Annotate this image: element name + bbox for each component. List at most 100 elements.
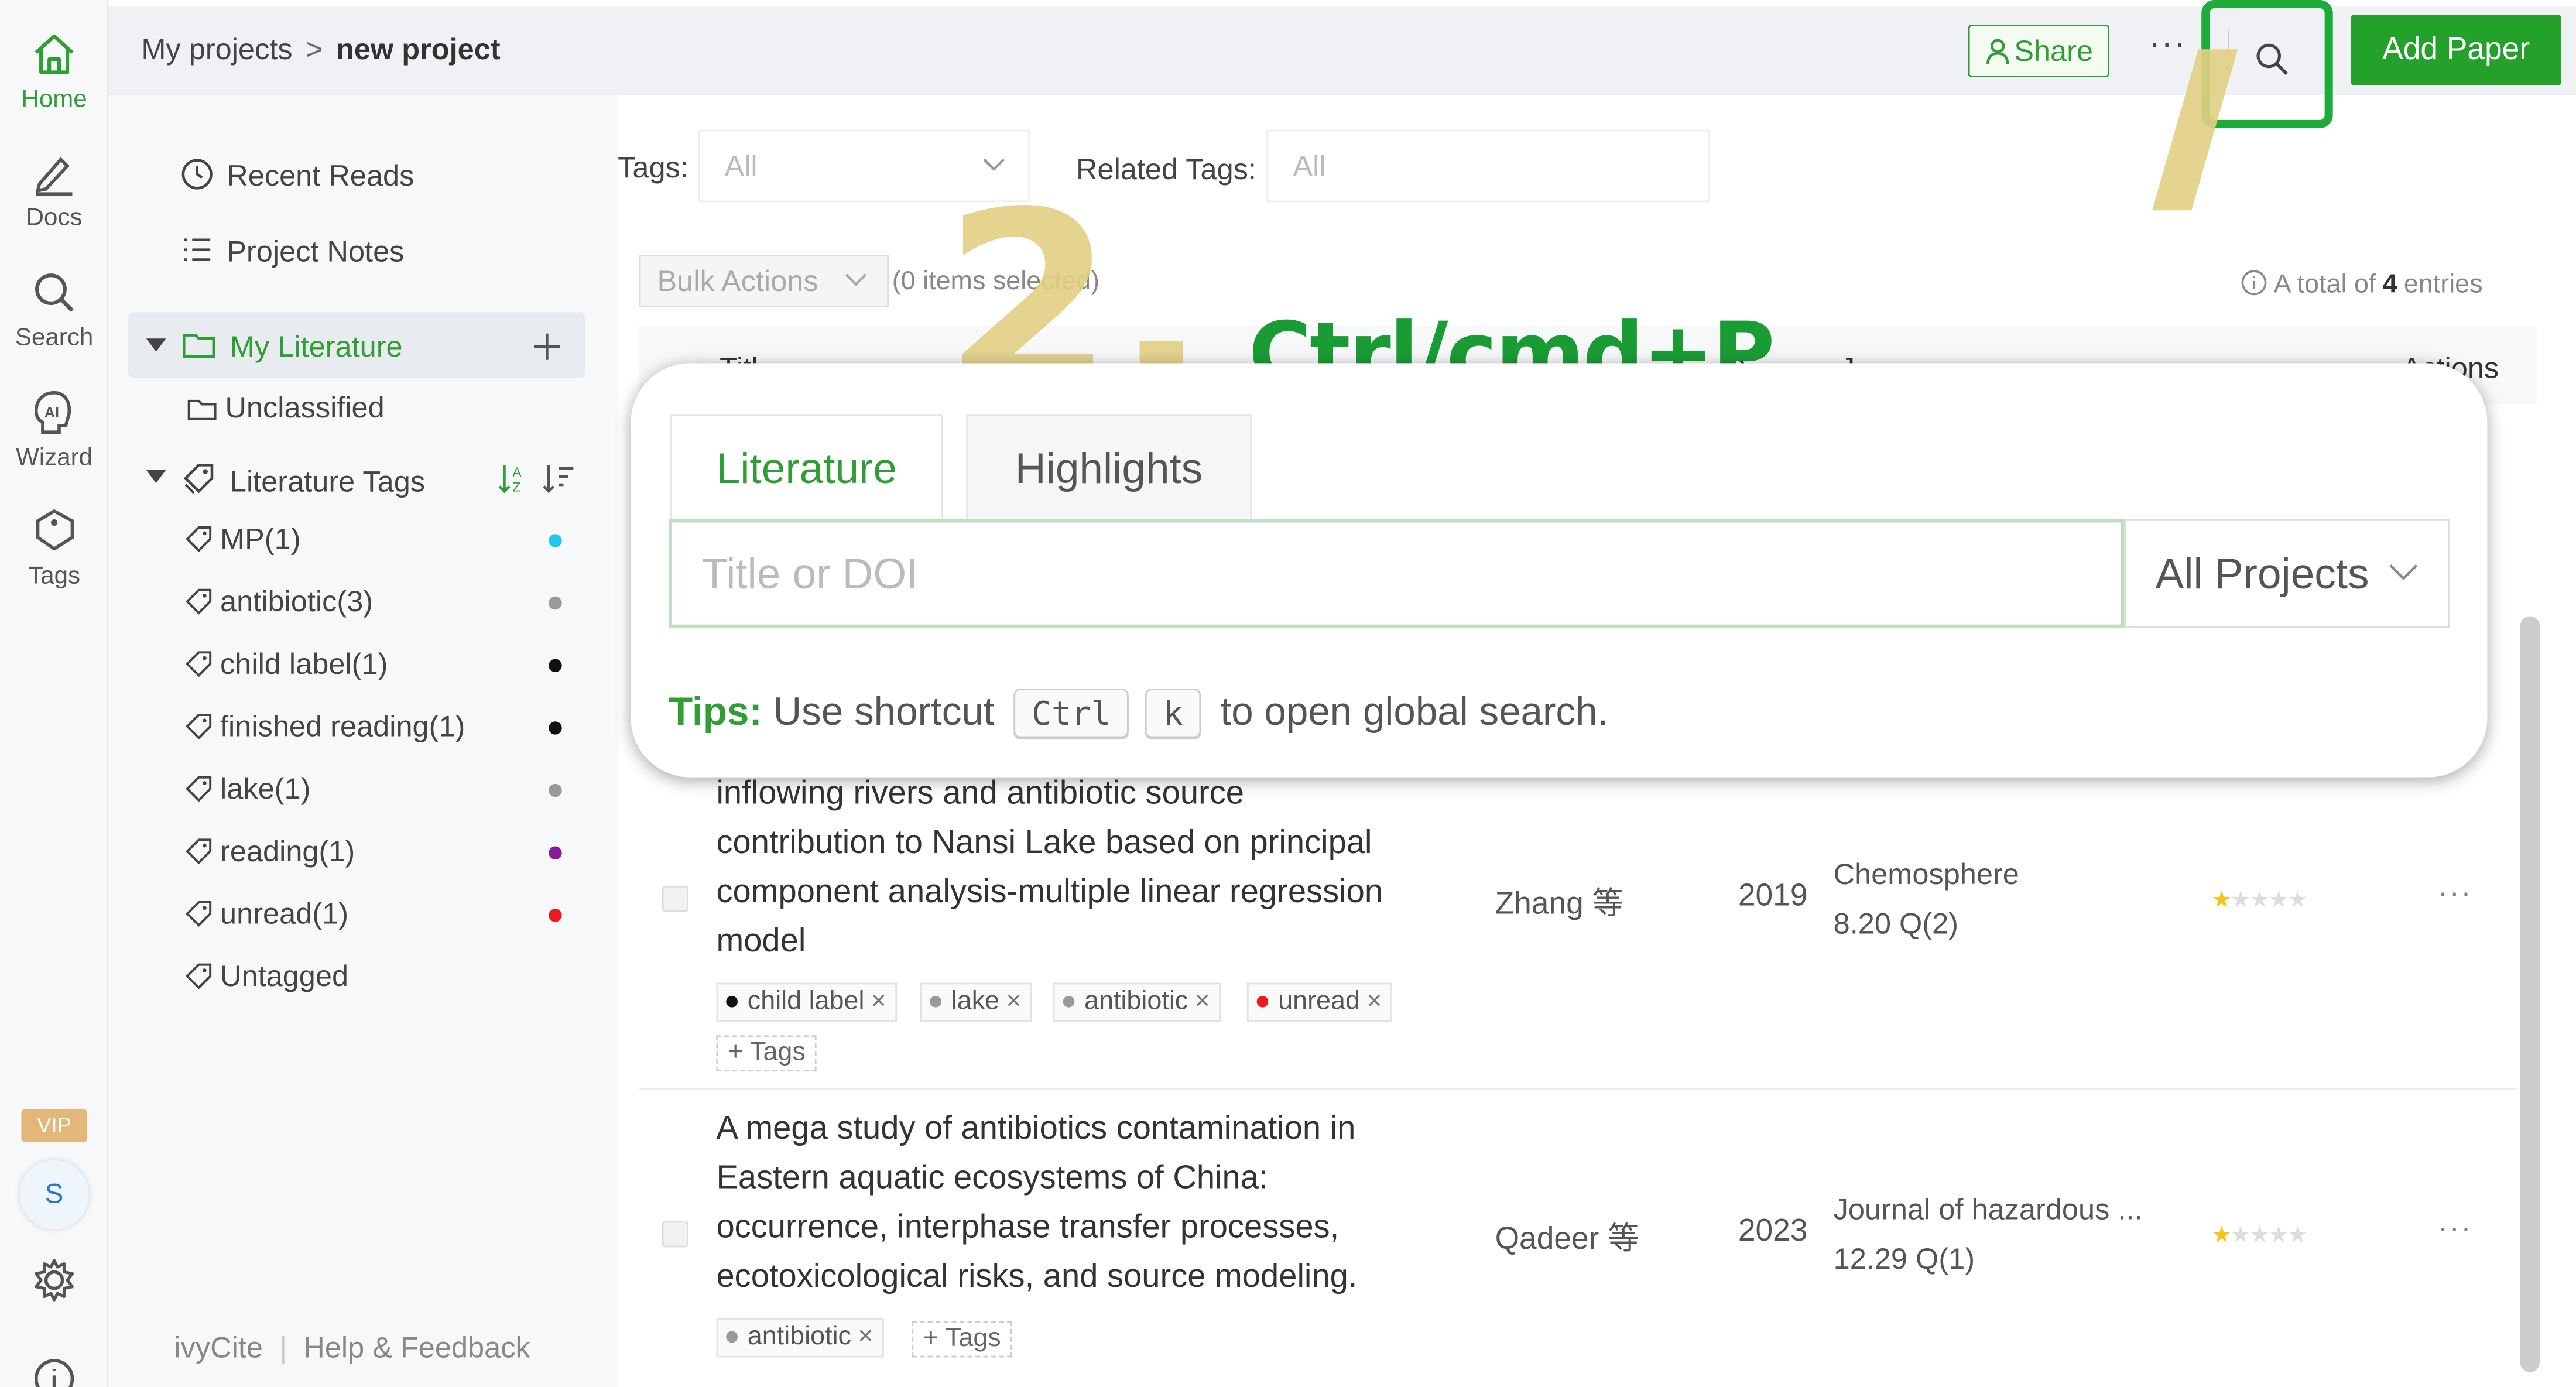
star-icon[interactable]: ★	[2211, 1221, 2232, 1248]
row-journal: Journal of hazardous ...	[1833, 1193, 2143, 1226]
related-tags-input[interactable]: All	[1266, 129, 1711, 203]
sort-list-icon[interactable]	[542, 462, 575, 495]
sidebar-item-unclassified[interactable]: Unclassified	[187, 391, 385, 426]
star-icon[interactable]: ★	[2287, 886, 2308, 912]
avatar[interactable]: S	[19, 1160, 89, 1230]
remove-tag-icon[interactable]: ×	[1006, 988, 1021, 1016]
more-options-button[interactable]: ···	[2149, 26, 2186, 64]
tips-text-before: Use shortcut	[773, 690, 995, 735]
star-icon[interactable]: ★	[2211, 886, 2232, 912]
star-icon[interactable]: ★	[2268, 1221, 2289, 1248]
tag-chip[interactable]: unread ×	[1246, 982, 1392, 1022]
row-title[interactable]: inflowing rivers and antibiotic source co…	[716, 769, 1472, 967]
star-icon[interactable]: ★	[2249, 886, 2270, 912]
sort-alpha-icon[interactable]: AZ	[496, 462, 529, 495]
caret-down-icon[interactable]	[145, 337, 167, 353]
add-tag-button[interactable]: + Tags	[716, 1035, 817, 1072]
vip-badge[interactable]: VIP	[21, 1109, 87, 1142]
row-rating[interactable]: ★★★★★	[2211, 886, 2308, 914]
tag-color-dot	[549, 721, 562, 735]
tag-label: reading(1)	[220, 834, 355, 868]
add-folder-icon[interactable]	[532, 332, 562, 362]
help-feedback-link[interactable]: Help & Feedback	[303, 1331, 530, 1364]
star-icon[interactable]: ★	[2249, 1221, 2270, 1248]
breadcrumb-root[interactable]: My projects	[141, 33, 292, 66]
rail-wizard[interactable]: AI Wizard	[0, 388, 108, 472]
scrollbar[interactable]	[2520, 616, 2540, 1372]
star-icon[interactable]: ★	[2230, 886, 2250, 912]
search-input[interactable]: Title or DOI	[669, 519, 2125, 628]
sidebar-footer: ivyCite | Help & Feedback	[174, 1331, 530, 1366]
tab-literature[interactable]: Literature	[670, 414, 943, 519]
row-impact: 8.20 Q(2)	[1833, 907, 1959, 940]
svg-text:AI: AI	[44, 405, 59, 421]
sidebar-tag-item[interactable]: antibiotic(3)	[184, 585, 373, 619]
tag-icon	[184, 772, 214, 805]
caret-down-icon[interactable]	[145, 468, 167, 485]
tag-chip[interactable]: child label ×	[716, 982, 896, 1022]
row-title[interactable]: A mega study of antibiotics contaminatio…	[716, 1104, 1472, 1302]
total-count: 4	[2382, 271, 2397, 299]
gear-icon[interactable]	[30, 1255, 79, 1304]
tag-color-dot	[1256, 995, 1269, 1008]
sidebar-tag-item[interactable]: MP(1)	[184, 523, 301, 557]
remove-tag-icon[interactable]: ×	[858, 1323, 873, 1351]
sidebar-item-my-literature[interactable]: My Literature	[181, 328, 403, 365]
row-journal: Chemosphere	[1833, 858, 2019, 891]
rail-search-label: Search	[15, 323, 94, 352]
tips-label: Tips:	[669, 690, 762, 735]
tag-chip[interactable]: lake ×	[920, 982, 1032, 1022]
tag-label: lake(1)	[220, 772, 311, 806]
add-paper-button[interactable]: Add Paper	[2351, 15, 2561, 85]
sidebar-tag-item[interactable]: Untagged	[184, 960, 348, 994]
tags-icon	[183, 464, 214, 494]
row-more-button[interactable]: ···	[2438, 1211, 2472, 1246]
tab-highlights[interactable]: Highlights	[965, 414, 1252, 519]
bulk-actions-dropdown[interactable]: Bulk Actions	[639, 255, 889, 307]
svg-text:Z: Z	[513, 480, 521, 494]
tag-label: Untagged	[220, 960, 349, 993]
tag-color-dot	[549, 909, 562, 922]
remove-tag-icon[interactable]: ×	[1194, 988, 1210, 1016]
row-checkbox[interactable]	[662, 1221, 688, 1248]
sidebar-item-literature-tags[interactable]: Literature Tags	[181, 460, 425, 499]
star-icon[interactable]: ★	[2268, 886, 2289, 912]
row-checkbox[interactable]	[662, 885, 688, 912]
sidebar-tag-item[interactable]: reading(1)	[184, 835, 355, 869]
star-icon[interactable]: ★	[2230, 1221, 2250, 1248]
related-tags-value: All	[1293, 149, 1326, 183]
row-author: Zhang 等	[1495, 887, 1623, 922]
info-icon[interactable]	[33, 1357, 76, 1387]
rail-docs[interactable]: Docs	[0, 148, 108, 232]
project-sidebar: Recent Reads Project Notes My Literature…	[108, 95, 618, 1387]
rail-tags[interactable]: Tags	[0, 506, 108, 590]
sidebar-tag-item[interactable]: unread(1)	[184, 898, 348, 932]
row-title-line: contribution to Nansi Lake based on prin…	[716, 825, 1372, 861]
rail-search[interactable]: Search	[0, 268, 108, 352]
tag-chip[interactable]: antibiotic ×	[1053, 982, 1220, 1022]
row-more-button[interactable]: ···	[2438, 876, 2472, 910]
sidebar-item-project-notes[interactable]: Project Notes	[181, 234, 404, 270]
remove-tag-icon[interactable]: ×	[1366, 988, 1382, 1016]
star-icon[interactable]: ★	[2287, 1221, 2308, 1248]
sidebar-item-recent-reads[interactable]: Recent Reads	[181, 157, 414, 194]
rail-home[interactable]: Home	[0, 30, 108, 114]
svg-text:A: A	[513, 465, 522, 480]
tips-text-after: to open global search.	[1220, 690, 1609, 735]
tag-chip[interactable]: antibiotic ×	[716, 1318, 883, 1358]
project-scope-select[interactable]: All Projects	[2124, 519, 2450, 628]
sidebar-tag-item[interactable]: finished reading(1)	[184, 710, 465, 745]
plus-icon: +	[728, 1038, 750, 1067]
tag-label: antibiotic(3)	[220, 585, 374, 618]
row-title-line: component analysis-multiple linear regre…	[716, 874, 1383, 911]
remove-tag-icon[interactable]: ×	[871, 988, 886, 1016]
add-tag-button[interactable]: + Tags	[912, 1321, 1013, 1358]
brand-link[interactable]: ivyCite	[174, 1331, 263, 1364]
share-button[interactable]: Share	[1968, 25, 2110, 77]
row-title-line: A mega study of antibiotics contaminatio…	[716, 1111, 1356, 1148]
row-title-line: ecotoxicological risks, and source model…	[716, 1259, 1358, 1295]
sidebar-tag-item[interactable]: child label(1)	[184, 648, 388, 682]
sidebar-tag-item[interactable]: lake(1)	[184, 772, 310, 807]
row-journal: Journal of hazardous ... 12.29 Q(1)	[1834, 1185, 2143, 1283]
row-rating[interactable]: ★★★★★	[2211, 1221, 2308, 1249]
